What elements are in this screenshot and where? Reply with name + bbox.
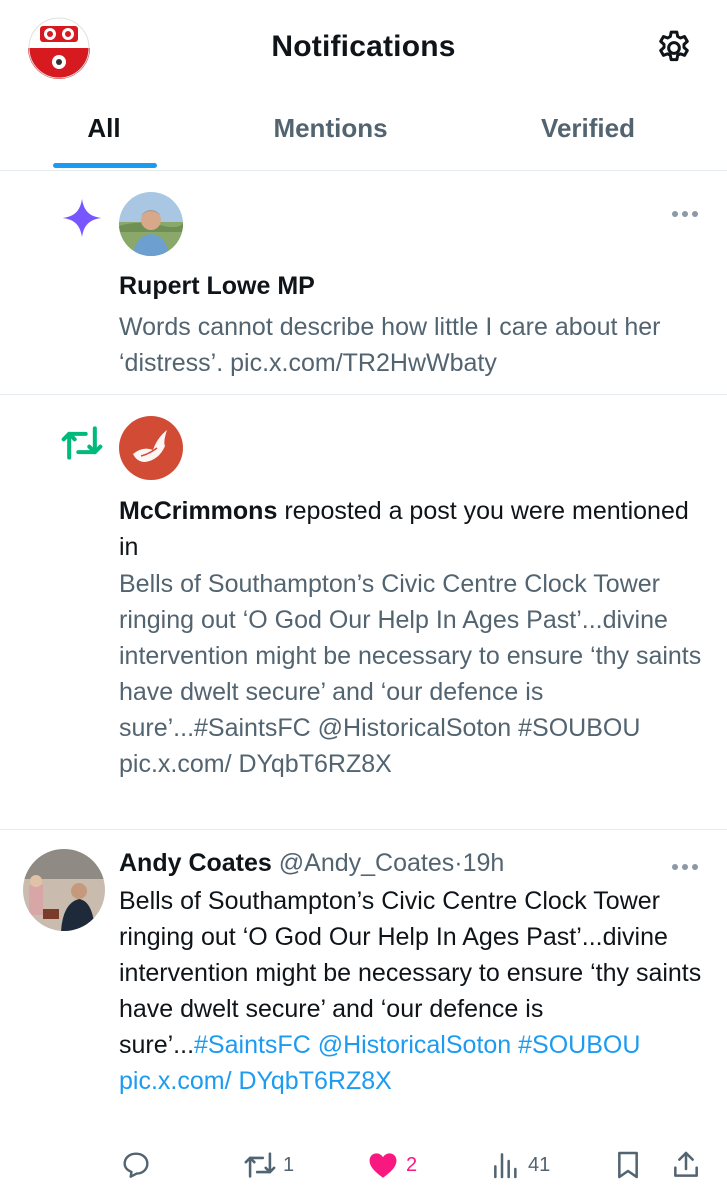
top-bar: Notifications — [0, 0, 727, 95]
separator-dot: · — [454, 849, 463, 877]
timestamp: 19h — [462, 849, 505, 877]
notification-item[interactable]: Rupert Lowe MP Words cannot describe how… — [0, 172, 727, 395]
page-title: Notifications — [271, 30, 456, 63]
dot-icon — [692, 864, 698, 870]
active-tab-indicator — [53, 163, 157, 168]
post-text: Bells of Southampton’s Civic Centre Cloc… — [119, 570, 702, 778]
repost-action-text: McCrimmons reposted a post you were ment… — [119, 493, 709, 565]
like-count: 2 — [406, 1153, 418, 1176]
dove-logo-icon — [119, 416, 183, 480]
author-name[interactable]: McCrimmons — [119, 497, 277, 525]
heart-filled-icon — [369, 1153, 397, 1178]
bookmark-icon — [618, 1151, 638, 1179]
user-photo-icon — [23, 849, 105, 931]
dot-icon — [682, 864, 688, 870]
more-options-button[interactable] — [672, 857, 706, 870]
author-name[interactable]: Andy Coates — [119, 849, 272, 877]
avatar[interactable] — [119, 416, 183, 480]
reply-icon — [123, 1152, 149, 1178]
avatar[interactable] — [119, 192, 183, 256]
tweet-links[interactable]: #SaintsFC @HistoricalSoton #SOUBOU pic.x… — [119, 1031, 640, 1095]
repost-count: 1 — [283, 1153, 295, 1176]
tab-mentions[interactable]: Mentions — [208, 113, 453, 144]
share-icon — [674, 1151, 698, 1177]
tweet-action-bar: 1 2 41 — [0, 1147, 727, 1187]
settings-button[interactable] — [654, 28, 694, 68]
notification-item[interactable]: McCrimmons reposted a post you were ment… — [0, 396, 727, 830]
dot-icon — [682, 211, 688, 217]
avatar[interactable] — [23, 849, 105, 931]
view-count: 41 — [528, 1153, 551, 1176]
notification-item[interactable]: Andy Coates @Andy_Coates·19h Bells of So… — [0, 831, 727, 1200]
tweet-header: Andy Coates @Andy_Coates·19h — [119, 849, 504, 878]
tweet-text: Bells of Southampton’s Civic Centre Cloc… — [119, 883, 709, 1099]
repost-icon — [60, 421, 104, 470]
author-handle[interactable]: @Andy_Coates — [279, 849, 454, 877]
author-name[interactable]: Rupert Lowe MP — [119, 272, 315, 301]
bookmark-button[interactable] — [612, 1147, 644, 1183]
reply-button[interactable] — [120, 1147, 158, 1183]
share-button[interactable] — [670, 1147, 702, 1183]
repost-button[interactable]: 1 — [243, 1147, 294, 1183]
dot-icon — [672, 211, 678, 217]
dot-icon — [672, 864, 678, 870]
tab-verified[interactable]: Verified — [453, 113, 723, 144]
views-button[interactable]: 41 — [490, 1147, 550, 1183]
gear-icon — [659, 30, 689, 62]
tab-all[interactable]: All — [0, 113, 208, 144]
dot-icon — [692, 211, 698, 217]
post-text: Words cannot describe how little I care … — [119, 313, 661, 377]
user-photo-icon — [119, 192, 183, 256]
more-options-button[interactable] — [672, 204, 706, 217]
notification-tabs: All Mentions Verified — [0, 95, 727, 171]
like-button[interactable]: 2 — [366, 1147, 417, 1183]
repost-icon — [244, 1152, 276, 1178]
sparkle-icon — [60, 196, 104, 245]
analytics-icon — [494, 1153, 517, 1179]
